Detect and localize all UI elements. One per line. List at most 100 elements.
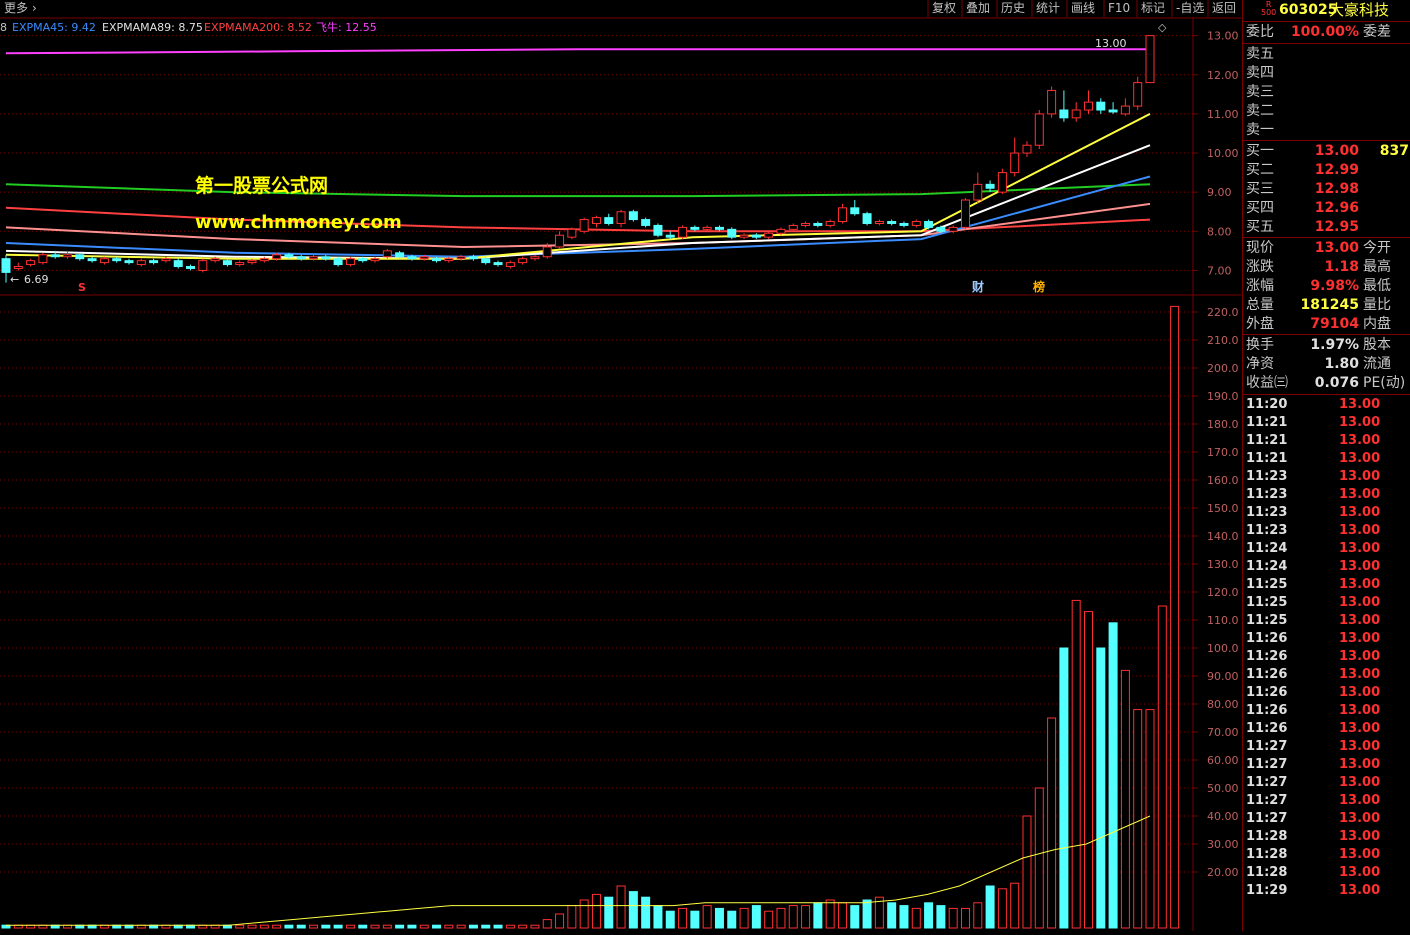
volume-bar (1108, 622, 1118, 929)
sell-row-4: 卖一 (1243, 121, 1410, 139)
volume-tick-label: 90.00 (1207, 670, 1239, 683)
volume-bar (985, 885, 995, 929)
event-marker-finance[interactable]: 财 (971, 279, 984, 294)
chevron-right-icon[interactable]: › (32, 1, 37, 15)
volume-bar (924, 902, 934, 929)
candle-body (13, 266, 23, 269)
candle-body (924, 221, 934, 228)
ma-line-3 (5, 202, 1151, 249)
tick-time: 11:26 (1246, 649, 1288, 664)
candle-body (751, 234, 761, 238)
buy-row-2: 买三 12.98 (1243, 180, 1410, 198)
toolbar-button-6[interactable]: 标记 (1141, 1, 1165, 15)
volume-bar (702, 905, 712, 929)
toolbar-button-7[interactable]: -自选 (1176, 1, 1204, 15)
candle-body (714, 226, 724, 230)
candle-body (727, 228, 737, 238)
toolbar-button-2[interactable]: 历史 (1001, 1, 1025, 15)
stat-label: 总量 (1246, 297, 1274, 313)
candle-body (850, 207, 860, 215)
tick-time: 11:23 (1246, 505, 1288, 520)
tick-row: 11:23 13.00 (1243, 504, 1410, 522)
sell-label: 卖五 (1246, 46, 1274, 62)
stat-label: 外盘 (1246, 316, 1274, 332)
toolbar-button-1[interactable]: 叠加 (966, 1, 990, 15)
stat2-label: 换手 (1246, 337, 1274, 353)
candle-body (1120, 105, 1130, 115)
price-tick-label: 11.00 (1207, 108, 1239, 121)
tick-price: 13.00 (1339, 685, 1381, 700)
volume-bar (530, 924, 540, 929)
tick-price: 13.00 (1339, 757, 1381, 772)
candle-body (63, 254, 73, 258)
stat-name: 量比 (1363, 297, 1391, 313)
high-price-label: 13.00 (1095, 37, 1127, 50)
candle-body (333, 258, 343, 266)
candle-body (801, 222, 811, 226)
event-marker-s[interactable]: S (78, 281, 86, 294)
volume-bar (948, 907, 958, 929)
volume-bar (764, 910, 774, 929)
toolbar-button-8[interactable]: 返回 (1212, 1, 1236, 15)
volume-bar (345, 924, 355, 929)
candle-body (960, 199, 970, 228)
toolbar-button-0[interactable]: 复权 (932, 1, 956, 15)
volume-tick-label: 160.0 (1207, 474, 1239, 487)
tick-time: 11:21 (1246, 451, 1288, 466)
buy-label: 买五 (1246, 219, 1274, 235)
candle-body (198, 260, 208, 271)
candle-body (419, 256, 429, 260)
price-tick-label: 8.00 (1207, 225, 1232, 238)
candle-body (542, 246, 552, 258)
stat2-value: 1.97% (1310, 337, 1359, 353)
volume-tick-label: 30.00 (1207, 838, 1239, 851)
volume-bar (678, 907, 688, 929)
candle-body (702, 226, 712, 230)
volume-bar (825, 899, 835, 929)
volume-bar (419, 924, 429, 929)
toolbar-button-5[interactable]: F10 (1108, 1, 1130, 15)
toolbar-button-3[interactable]: 统计 (1036, 1, 1060, 15)
candle-body (222, 260, 232, 266)
volume-bar (899, 905, 909, 929)
volume-bar (997, 888, 1007, 929)
tick-price: 13.00 (1339, 775, 1381, 790)
tick-price: 13.00 (1339, 649, 1381, 664)
tick-time: 11:28 (1246, 829, 1288, 844)
candle-body (444, 258, 454, 262)
buy-row-4: 买五 12.95 (1243, 218, 1410, 236)
volume-bar (542, 919, 552, 929)
more-button[interactable]: 更多 (4, 1, 28, 15)
tick-time: 11:27 (1246, 793, 1288, 808)
tick-row: 11:27 13.00 (1243, 810, 1410, 828)
volume-bar (739, 907, 749, 929)
volume-tick-label: 70.00 (1207, 726, 1239, 739)
candle-body (1010, 152, 1020, 174)
tick-time: 11:24 (1246, 559, 1288, 574)
candle-body (739, 234, 749, 238)
candle-body (284, 254, 294, 258)
candle-body (112, 258, 122, 262)
sell-label: 卖一 (1246, 122, 1274, 138)
toolbar-button-4[interactable]: 画线 (1071, 1, 1095, 15)
diamond-icon[interactable]: ◇ (1158, 21, 1167, 34)
chart-canvas[interactable]: 更多 › 复权 叠加 历史 统计 画线 F10 标记 -自选 返回 8 EXPMA45: 9.4… (0, 0, 1241, 931)
kline-chart-area[interactable]: 更多 › 复权 叠加 历史 统计 画线 F10 标记 -自选 返回 8 EXPMA45: 9.4… (0, 0, 1241, 931)
candle-body (862, 213, 872, 224)
tick-time: 11:24 (1246, 541, 1288, 556)
candle-body (161, 258, 171, 262)
event-marker-ranking[interactable]: 榜 (1033, 279, 1045, 294)
stat-name: 最高 (1363, 259, 1391, 275)
volume-bar (555, 913, 565, 929)
candle-body (456, 256, 466, 260)
stat-name: 最低 (1363, 278, 1391, 294)
sell-row-1: 卖四 (1243, 64, 1410, 82)
price-tick-label: 7.00 (1207, 264, 1232, 277)
tick-time: 11:29 (1246, 883, 1288, 898)
buy-volume: 837 (1379, 143, 1409, 159)
tick-row: 11:29 13.00 (1243, 882, 1410, 900)
volume-bar (837, 902, 847, 929)
tick-price: 13.00 (1339, 793, 1381, 808)
volume-bar (296, 924, 306, 929)
candle-body (887, 221, 897, 224)
